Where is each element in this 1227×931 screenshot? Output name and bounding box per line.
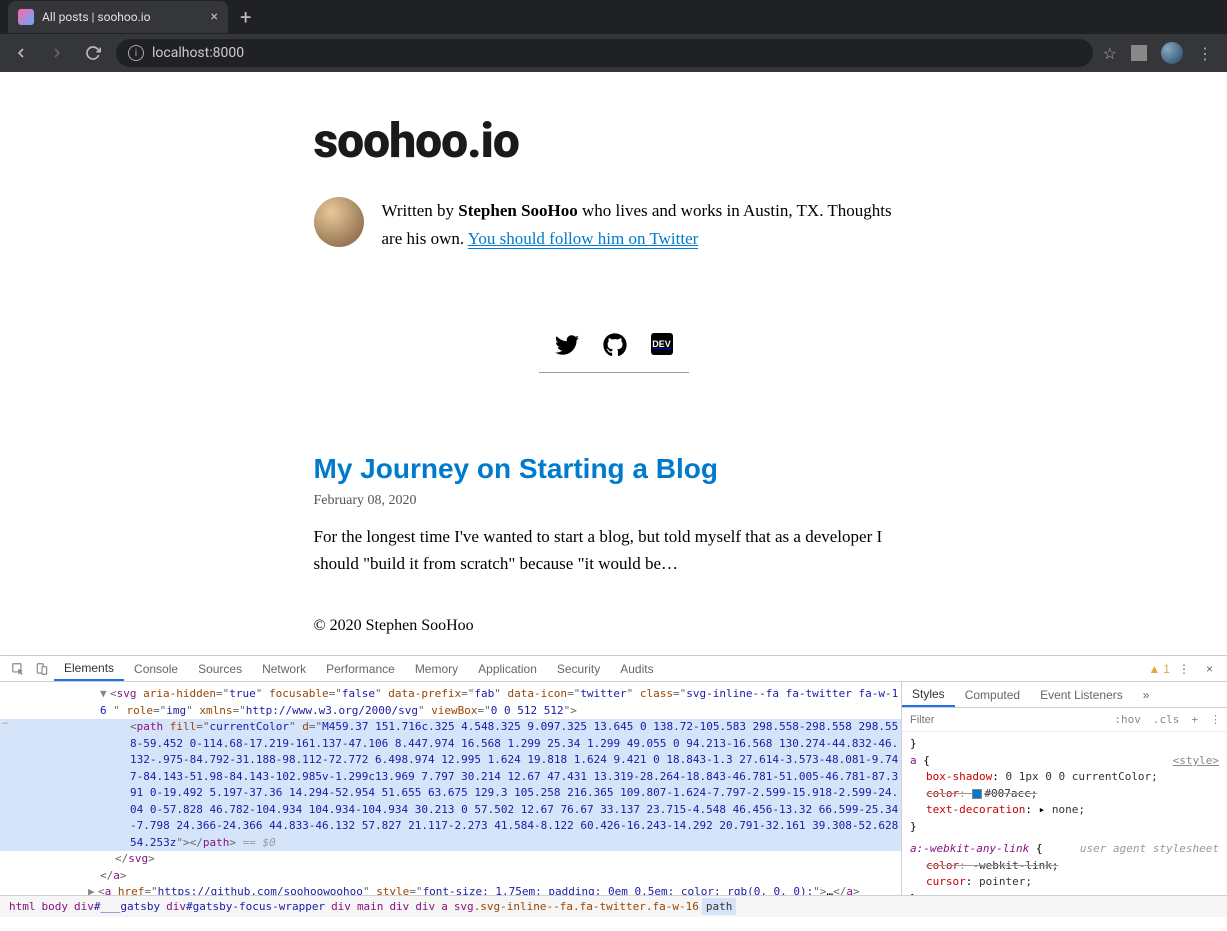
styles-rules[interactable]: } <style> a { box-shadow: 0 1px 0 0 curr…: [902, 732, 1227, 895]
styles-tab-computed[interactable]: Computed: [955, 682, 1030, 707]
crumb-div[interactable]: div#___gatsby: [71, 900, 163, 913]
url-text: localhost:8000: [152, 45, 244, 61]
toggle-cls[interactable]: .cls: [1147, 713, 1186, 726]
selected-element[interactable]: <path fill="currentColor" d="M459.37 151…: [0, 719, 901, 851]
menu-icon[interactable]: ⋮: [1197, 44, 1213, 63]
styles-panel: StylesComputedEvent Listeners» :hov .cls…: [901, 682, 1227, 895]
elements-tree[interactable]: … ▼<svg aria-hidden="true" focusable="fa…: [0, 682, 901, 895]
author-avatar: [314, 197, 364, 247]
device-toggle-icon[interactable]: [30, 662, 54, 676]
new-style-rule[interactable]: +: [1185, 713, 1204, 726]
inspect-icon[interactable]: [6, 662, 30, 676]
twitter-follow-link[interactable]: You should follow him on Twitter: [468, 229, 699, 248]
devtools-tab-security[interactable]: Security: [547, 656, 610, 681]
crumb-div[interactable]: div#gatsby-focus-wrapper: [163, 900, 328, 913]
new-tab-button[interactable]: +: [228, 5, 263, 29]
breadcrumb[interactable]: htmlbodydiv#___gatsbydiv#gatsby-focus-wr…: [0, 895, 1227, 917]
devtools-tab-sources[interactable]: Sources: [188, 656, 252, 681]
styles-filter-input[interactable]: [902, 711, 1108, 729]
devtools-tab-console[interactable]: Console: [124, 656, 188, 681]
devtools-tab-network[interactable]: Network: [252, 656, 316, 681]
css-prop-color[interactable]: color: -webkit-link;: [910, 858, 1219, 875]
devtools-panel: ElementsConsoleSourcesNetworkPerformance…: [0, 655, 1227, 917]
blog-post-summary: My Journey on Starting a Blog February 0…: [314, 453, 914, 577]
devtools-tab-memory[interactable]: Memory: [405, 656, 468, 681]
css-prop-color[interactable]: color: #007acc;: [910, 786, 1219, 803]
css-prop-cursor[interactable]: cursor: pointer;: [910, 874, 1219, 891]
post-excerpt: For the longest time I've wanted to star…: [314, 523, 914, 577]
profile-avatar-icon[interactable]: [1161, 42, 1183, 64]
crumb-main[interactable]: main: [354, 900, 387, 913]
browser-tab[interactable]: All posts | soohoo.io ×: [8, 1, 228, 33]
crumb-div[interactable]: div: [412, 900, 438, 913]
post-title-link[interactable]: My Journey on Starting a Blog: [314, 453, 718, 484]
devtools-tab-performance[interactable]: Performance: [316, 656, 405, 681]
back-button[interactable]: [8, 40, 34, 66]
author-bio: Written by Stephen SooHoo who lives and …: [314, 197, 914, 253]
crumb-path[interactable]: path: [702, 898, 737, 915]
page-content: soohoo.io Written by Stephen SooHoo who …: [0, 72, 1227, 655]
crumb-html[interactable]: html: [6, 900, 39, 913]
tab-title: All posts | soohoo.io: [42, 10, 203, 24]
warning-badge[interactable]: ▲ 1: [1148, 662, 1170, 676]
devtools-settings-icon[interactable]: ⋮: [1170, 662, 1198, 676]
forward-button[interactable]: [44, 40, 70, 66]
github-icon: [603, 333, 627, 357]
styles-tab-styles[interactable]: Styles: [902, 682, 955, 707]
toggle-hov[interactable]: :hov: [1108, 713, 1147, 726]
social-links: DEV: [539, 333, 689, 373]
styles-tabs-more[interactable]: »: [1133, 682, 1160, 707]
close-tab-icon[interactable]: ×: [211, 9, 218, 25]
crumb-a[interactable]: a: [438, 900, 451, 913]
url-input[interactable]: i localhost:8000: [116, 39, 1093, 67]
favicon: [18, 9, 34, 25]
crumb-div[interactable]: div: [328, 900, 354, 913]
site-title: soohoo.io: [314, 112, 914, 169]
browser-chrome: All posts | soohoo.io × + i localhost:80…: [0, 0, 1227, 72]
bio-text: Written by Stephen SooHoo who lives and …: [382, 197, 914, 253]
devtools-tab-application[interactable]: Application: [468, 656, 547, 681]
crumb-div[interactable]: div: [386, 900, 412, 913]
css-prop-text-decoration[interactable]: text-decoration: ▸ none;: [910, 802, 1219, 819]
crumb-svg[interactable]: svg.svg-inline--fa.fa-twitter.fa-w-16: [451, 900, 702, 913]
tab-bar: All posts | soohoo.io × +: [0, 0, 1227, 34]
twitter-icon: [555, 333, 579, 357]
site-info-icon[interactable]: i: [128, 45, 144, 61]
devtools-tab-elements[interactable]: Elements: [54, 656, 124, 681]
page-footer: © 2020 Stephen SooHoo: [314, 617, 914, 635]
styles-tab-event-listeners[interactable]: Event Listeners: [1030, 682, 1133, 707]
devto-icon: DEV: [651, 333, 673, 355]
styles-more-icon[interactable]: ⋮: [1204, 713, 1227, 726]
github-link[interactable]: [603, 333, 627, 362]
crumb-body[interactable]: body: [39, 900, 72, 913]
devtools-tab-audits[interactable]: Audits: [610, 656, 663, 681]
bookmark-icon[interactable]: ☆: [1103, 44, 1117, 63]
devtools-tabs: ElementsConsoleSourcesNetworkPerformance…: [0, 656, 1227, 682]
address-bar: i localhost:8000 ☆ ⋮: [0, 34, 1227, 72]
css-prop-box-shadow[interactable]: box-shadow: 0 1px 0 0 currentColor;: [910, 769, 1219, 786]
twitter-link[interactable]: [555, 333, 579, 362]
devtools-close-icon[interactable]: ×: [1198, 662, 1221, 676]
toolbar-right: ☆ ⋮: [1103, 42, 1219, 64]
extension-icon[interactable]: [1131, 45, 1147, 61]
author-name: Stephen SooHoo: [458, 201, 578, 220]
reload-button[interactable]: [80, 40, 106, 66]
post-date: February 08, 2020: [314, 493, 914, 509]
devto-link[interactable]: DEV: [651, 333, 673, 362]
